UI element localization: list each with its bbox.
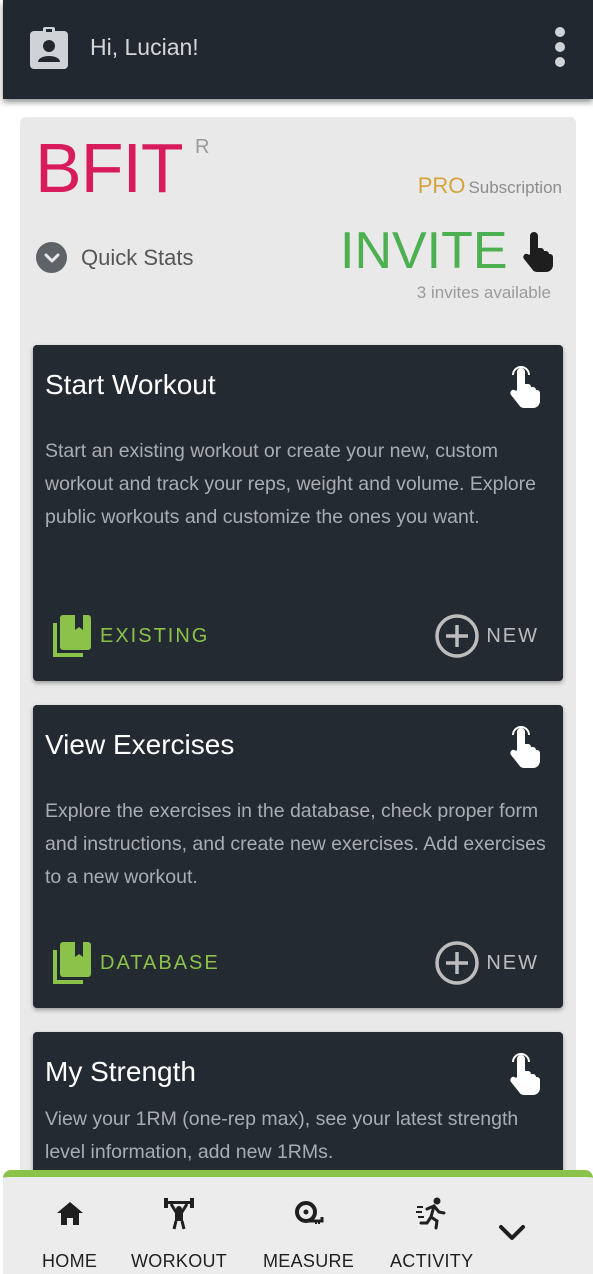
nav-item-home[interactable]: HOME [42, 1195, 97, 1272]
invite-label: INVITE [340, 222, 508, 280]
card-description: Explore the exercises in the database, c… [45, 800, 546, 888]
card-title: My Strength [45, 1056, 196, 1087]
dashboard-panel: BFIT R PRO Subscription Quick Stats INVIT… [20, 117, 576, 1187]
more-vert-icon[interactable] [552, 26, 568, 70]
quick-stats-label: Quick Stats [81, 244, 194, 270]
nav-label: HOME [42, 1251, 98, 1271]
invite-button[interactable]: INVITE [340, 225, 558, 277]
touch-icon [510, 366, 540, 408]
tape-measure-icon [294, 1201, 324, 1224]
greeting-text: Hi, Lucian! [90, 34, 199, 60]
weightlifter-icon [164, 1198, 195, 1230]
nav-item-measure[interactable]: MEASURE [263, 1195, 354, 1272]
existing-workouts-button[interactable]: EXISTING [51, 613, 209, 659]
new-workout-button[interactable]: NEW [434, 613, 539, 659]
new-label: NEW [486, 624, 539, 647]
bottom-navigation: HOME WORKOUT MEASURE ACTIVITY [3, 1170, 593, 1274]
card-title: View Exercises [45, 729, 235, 760]
card-title: Start Workout [45, 369, 216, 400]
brand-logo: BFIT [35, 129, 184, 207]
app-bar: Hi, Lucian! [3, 0, 593, 99]
invites-available: 3 invites available [416, 283, 551, 302]
card-description: Start an existing workout or create your… [45, 440, 536, 528]
library-icon [53, 942, 91, 984]
nav-item-activity[interactable]: ACTIVITY [390, 1195, 473, 1272]
add-circle-icon [435, 614, 480, 658]
new-exercise-button[interactable]: NEW [434, 940, 539, 986]
nav-label: WORKOUT [131, 1251, 228, 1271]
plan-name: PRO [417, 173, 466, 198]
account-badge-icon[interactable] [27, 26, 71, 70]
database-label: DATABASE [100, 951, 220, 974]
start-workout-card[interactable]: Start Workout Start an existing workout … [33, 345, 563, 681]
plan-suffix: Subscription [468, 178, 562, 197]
chevron-down-icon[interactable] [497, 1221, 527, 1245]
quick-stats-toggle[interactable]: Quick Stats [36, 242, 193, 273]
exercise-database-button[interactable]: DATABASE [51, 940, 220, 986]
nav-item-workout[interactable]: WORKOUT [131, 1195, 227, 1272]
new-label: NEW [486, 951, 539, 974]
chevron-down-icon [36, 242, 67, 273]
existing-label: EXISTING [100, 624, 210, 647]
card-description: View your 1RM (one-rep max), see your la… [45, 1108, 519, 1163]
touch-icon [510, 1053, 540, 1095]
touch-icon [522, 232, 553, 272]
add-circle-icon [435, 941, 480, 985]
touch-icon [510, 726, 540, 768]
my-strength-card[interactable]: My Strength View your 1RM (one-rep max),… [33, 1032, 563, 1187]
view-exercises-card[interactable]: View Exercises Explore the exercises in … [33, 705, 563, 1008]
home-icon [56, 1202, 83, 1225]
nav-label: ACTIVITY [390, 1251, 474, 1271]
library-icon [53, 615, 91, 657]
brand-logo-mark: R [195, 136, 210, 158]
nav-label: MEASURE [263, 1251, 355, 1271]
subscription-status: PRO Subscription [418, 173, 562, 199]
running-icon [415, 1197, 446, 1230]
